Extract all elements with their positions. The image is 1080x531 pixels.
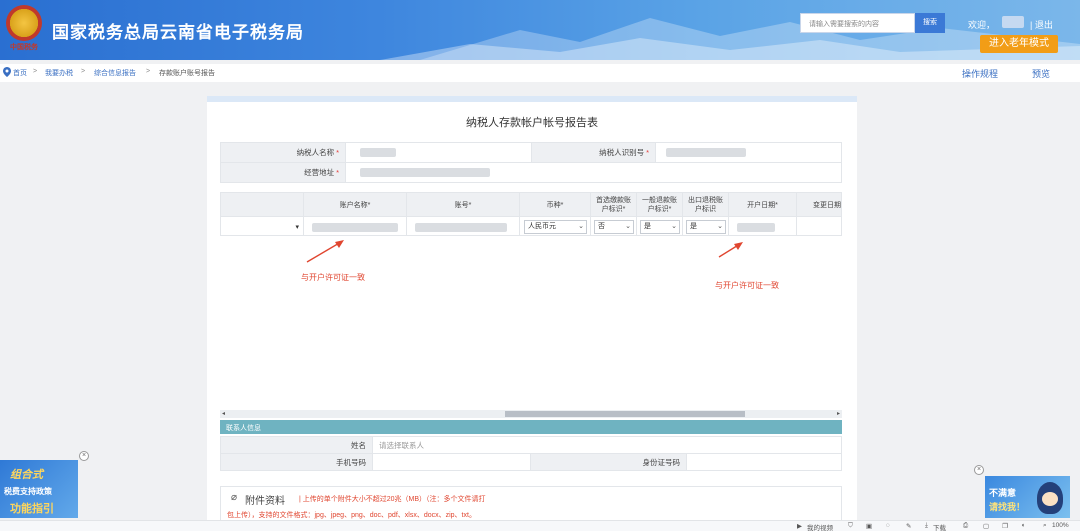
scrollbar-thumb[interactable]	[505, 411, 745, 417]
download-icon[interactable]: ⤓	[925, 522, 928, 530]
scroll-left-icon[interactable]: ◂	[222, 410, 225, 417]
tax-emblem-icon	[6, 5, 42, 41]
user-name-redacted	[1002, 16, 1024, 28]
download-link[interactable]: 下载	[933, 522, 946, 531]
ad-right-line1: 不满意	[989, 488, 1017, 498]
attachment-section: ⌀ 附件资料 | 上传的单个附件大小不超过20兆（MB）（注：多个文件请打 包上…	[220, 486, 842, 522]
id-number-label: 身份证号码	[530, 453, 687, 471]
contact-section-title: 联系人信息	[220, 420, 842, 434]
ad-left-line3: 功能指引	[10, 503, 54, 515]
site-header: 中国税务 国家税务总局云南省电子税务局 请输入需要搜索的内容 搜索 欢迎， | …	[0, 0, 1080, 60]
breadcrumb-current: 存款账户账号报告	[159, 70, 215, 77]
attachment-title: 附件资料	[245, 496, 285, 507]
paperclip-icon: ⌀	[231, 492, 238, 503]
video-icon[interactable]: ▶	[797, 522, 802, 530]
chat-icon[interactable]: ◌	[886, 522, 890, 529]
attachment-note-line2: 包上传），支持的文件格式：jpg、jpeg、png、doc、pdf、xlsx、d…	[227, 512, 476, 519]
left-annotation-note: 与开户许可证一致	[301, 273, 365, 282]
attachment-note-line1: | 上传的单个附件大小不超过20兆（MB）（注：多个文件请打	[299, 496, 486, 503]
phone-input[interactable]	[372, 453, 531, 471]
right-arrow-head	[734, 242, 743, 250]
window-icon[interactable]: ▢	[983, 522, 989, 530]
breadcrumb: 首页 > 我要办税 > 综合信息报告 > 存款账户账号报告 操作规程 预览	[0, 64, 1080, 82]
breadcrumb-separator: >	[146, 68, 151, 75]
app-root: 中国税务 国家税务总局云南省电子税务局 请输入需要搜索的内容 搜索 欢迎， | …	[0, 0, 1080, 531]
right-annotation-note: 与开户许可证一致	[715, 281, 779, 290]
breadcrumb-separator: >	[81, 68, 86, 75]
site-title: 国家税务总局云南省电子税务局	[52, 23, 304, 42]
scroll-right-icon[interactable]: ▸	[837, 410, 840, 417]
close-icon[interactable]: ×	[79, 451, 89, 461]
guide-link[interactable]: 操作规程	[962, 67, 998, 80]
my-video-link[interactable]: 我的视频	[807, 522, 833, 531]
preview-link[interactable]: 预览	[1032, 67, 1050, 80]
left-arrow	[306, 241, 342, 263]
shield-icon[interactable]: ⛉	[848, 522, 853, 530]
close-icon[interactable]: ×	[974, 465, 984, 475]
left-arrow-head	[335, 240, 344, 248]
contact-name-label: 姓名	[220, 436, 373, 454]
contact-name-select[interactable]: 请选择联系人	[372, 436, 842, 454]
id-number-input[interactable]	[686, 453, 842, 471]
breadcrumb-info-report[interactable]: 综合信息报告	[94, 68, 136, 78]
phone-label: 手机号码	[220, 453, 373, 471]
elder-mode-button[interactable]: 进入老年模式	[980, 35, 1058, 53]
police-mascot-icon	[1037, 482, 1063, 514]
copy-icon[interactable]: ❐	[1002, 522, 1008, 530]
zoom-icon[interactable]: ⌕	[1043, 522, 1047, 530]
ad-right-line2: 请找我！	[989, 502, 1026, 512]
grid-horizontal-scrollbar[interactable]: ◂ ▸	[220, 410, 842, 418]
print-icon[interactable]: ⎙	[963, 522, 968, 530]
welcome-text: 欢迎，	[968, 20, 996, 30]
logout-label: 退出	[1034, 20, 1053, 30]
report-form-panel: 纳税人存款帐户帐号报告表 纳税人名称 * 纳税人识别号 * 经营地址 * 账户名称* …	[207, 96, 857, 531]
screenshot-icon[interactable]: ▣	[866, 522, 872, 530]
search-input[interactable]: 请输入需要搜索的内容	[800, 13, 915, 33]
feedback-ad[interactable]: 不满意 请找我！	[985, 476, 1070, 518]
search-button[interactable]: 搜索	[915, 13, 945, 33]
logout-link[interactable]: | 退出	[1030, 18, 1053, 31]
contact-table: 姓名 请选择联系人 手机号码 身份证号码	[220, 436, 842, 471]
location-pin-icon	[3, 67, 11, 77]
pin-icon[interactable]: ✎	[906, 522, 911, 530]
emblem-text: 中国税务	[10, 42, 38, 51]
ad-left-line2: 税费支持政策	[4, 487, 52, 496]
breadcrumb-tax-service[interactable]: 我要办税	[45, 68, 73, 78]
policy-guide-ad[interactable]: 组合式 税费支持政策 功能指引	[0, 460, 78, 518]
browser-statusbar: ▶ 我的视频 ⛉ ▣ ◌ ✎ ⤓ 下载 ⎙ ▢ ❐ ◖ ⌕ 100%	[0, 520, 1080, 531]
breadcrumb-home[interactable]: 首页	[13, 68, 27, 78]
ad-left-line1: 组合式	[10, 469, 43, 481]
volume-icon[interactable]: ◖	[1021, 522, 1025, 529]
zoom-level[interactable]: 100%	[1052, 522, 1069, 529]
breadcrumb-separator: >	[33, 68, 38, 75]
